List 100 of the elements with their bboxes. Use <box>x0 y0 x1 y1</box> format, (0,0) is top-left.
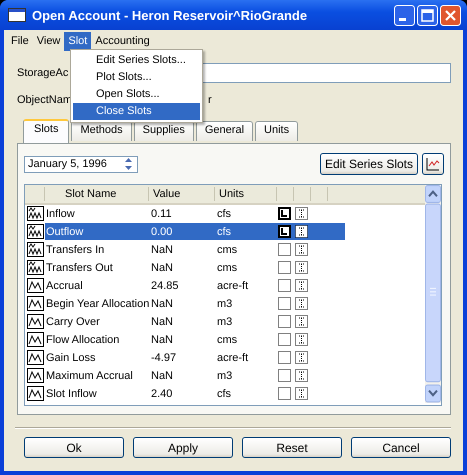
dotted-flag-icon[interactable] <box>294 368 309 383</box>
column-header[interactable]: Value <box>149 187 215 201</box>
tab[interactable]: Units <box>255 121 298 141</box>
table-cell-text: 2.40 <box>150 388 174 400</box>
menu-item[interactable]: Edit Series Slots... <box>73 52 200 69</box>
scalar-slot-icon <box>26 314 44 329</box>
menu-item[interactable]: Plot Slots... <box>73 69 200 86</box>
table-cell-text: 24.85 <box>150 280 180 292</box>
table-cell-text: m3 <box>216 370 234 382</box>
table-cell-text: Slot Inflow <box>45 388 98 400</box>
dotted-flag-icon[interactable] <box>294 350 309 365</box>
tab[interactable]: General <box>196 121 254 141</box>
empty-flag-icon[interactable] <box>277 278 292 293</box>
table-cell-text: m3 <box>216 316 234 328</box>
scalar-slot-icon <box>26 278 44 293</box>
dialog-button[interactable]: Reset <box>242 437 342 458</box>
tab[interactable]: Methods <box>71 121 132 141</box>
scalar-slot-icon <box>26 386 44 401</box>
table-cell-text: NaN <box>150 262 174 274</box>
menu-item[interactable]: Accounting <box>91 32 154 51</box>
input-field[interactable] <box>202 62 451 82</box>
table-cell-text: cms <box>216 334 238 346</box>
empty-flag-icon[interactable] <box>277 242 292 257</box>
plot-button[interactable] <box>422 153 444 175</box>
field-value: r <box>208 94 212 106</box>
table-cell-text: Maximum Accrual <box>45 370 134 382</box>
table-cell-text: NaN <box>150 334 174 346</box>
table-cell-text: Transfers In <box>45 244 106 256</box>
scalar-slot-icon <box>26 368 44 383</box>
field-label: ObjectNam <box>17 94 72 106</box>
table-cell: Begin Year Allocation <box>45 298 149 310</box>
series-slot-icon <box>26 242 44 257</box>
table-cell-text: NaN <box>150 370 174 382</box>
dialog-button[interactable]: Ok <box>24 437 124 458</box>
table-cell-text: 0.11 <box>150 208 173 220</box>
menu-item[interactable]: Slot <box>64 32 92 51</box>
empty-flag-icon[interactable] <box>277 332 292 347</box>
dotted-flag-icon[interactable] <box>294 386 309 401</box>
series-slot-icon <box>26 206 44 221</box>
empty-flag-icon[interactable] <box>277 296 292 311</box>
field-label: StorageAc <box>17 66 70 78</box>
table-cell-text: NaN <box>150 244 174 256</box>
table-cell-text: Gain Loss <box>45 352 97 364</box>
l-flag-icon[interactable] <box>277 224 292 239</box>
dialog-button[interactable]: Apply <box>133 437 233 458</box>
table-cell-text: Inflow <box>45 208 76 220</box>
close-icon[interactable] <box>440 4 461 26</box>
table-cell-text: cfs <box>216 388 232 400</box>
table-cell-text: Accrual <box>45 280 84 292</box>
table-cell-text: NaN <box>150 298 174 310</box>
minimize-icon[interactable] <box>394 4 415 26</box>
dotted-flag-icon[interactable] <box>294 296 309 311</box>
date-field[interactable]: January 5, 1996 <box>24 156 138 172</box>
empty-flag-icon[interactable] <box>277 368 292 383</box>
empty-flag-icon[interactable] <box>277 314 292 329</box>
series-slot-icon <box>26 224 44 239</box>
chart-icon <box>426 157 440 171</box>
spinner-icon[interactable] <box>123 156 134 172</box>
dotted-flag-icon[interactable] <box>294 332 309 347</box>
series-slot-icon <box>26 260 44 275</box>
tab[interactable]: Supplies <box>134 121 194 141</box>
edit-series-slots-button[interactable]: Edit Series Slots <box>320 153 418 175</box>
empty-flag-icon[interactable] <box>277 260 292 275</box>
scrollbar[interactable] <box>425 185 441 403</box>
dotted-flag-icon[interactable] <box>294 260 309 275</box>
l-flag-icon[interactable] <box>277 206 292 221</box>
menu-item[interactable]: Close Slots <box>73 103 200 120</box>
table-cell-text: cfs <box>216 226 232 238</box>
table-cell-text: Outflow <box>45 226 84 238</box>
scalar-slot-icon <box>26 350 44 365</box>
column-header[interactable]: Units <box>215 187 277 201</box>
dotted-flag-icon[interactable] <box>294 278 309 293</box>
dotted-flag-icon[interactable] <box>294 314 309 329</box>
dotted-flag-icon[interactable] <box>294 242 309 257</box>
table-cell-text: m3 <box>216 298 234 310</box>
dotted-flag-icon[interactable] <box>294 224 309 239</box>
table-cell-text: Transfers Out <box>45 262 114 274</box>
table-cell-text: cms <box>216 262 238 274</box>
window-icon <box>8 8 26 22</box>
scalar-slot-icon <box>26 332 44 347</box>
table-cell-text: NaN <box>150 316 174 328</box>
dotted-flag-icon[interactable] <box>294 206 309 221</box>
empty-flag-icon[interactable] <box>277 386 292 401</box>
scalar-slot-icon <box>26 296 44 311</box>
menu-item[interactable]: Open Slots... <box>73 86 200 103</box>
window-title: Open Account - Heron Reservoir^RioGrande <box>32 8 308 22</box>
maximize-icon[interactable] <box>417 4 438 26</box>
dialog-button[interactable]: Cancel <box>351 437 451 458</box>
table-cell-text: acre-ft <box>216 280 250 292</box>
table-cell-text: acre-ft <box>216 352 250 364</box>
tab[interactable]: Slots <box>23 119 70 143</box>
menu-item[interactable]: View <box>32 32 64 51</box>
table-cell-text: cfs <box>216 208 232 220</box>
table-cell-text: cms <box>216 244 238 256</box>
table-cell-text: -4.97 <box>150 352 178 364</box>
table-cell-text: 0.00 <box>150 226 174 238</box>
column-header[interactable]: Slot Name <box>45 187 149 201</box>
menu-item[interactable]: File <box>7 32 33 51</box>
table-cell-text: Flow Allocation <box>45 334 120 346</box>
empty-flag-icon[interactable] <box>277 350 292 365</box>
